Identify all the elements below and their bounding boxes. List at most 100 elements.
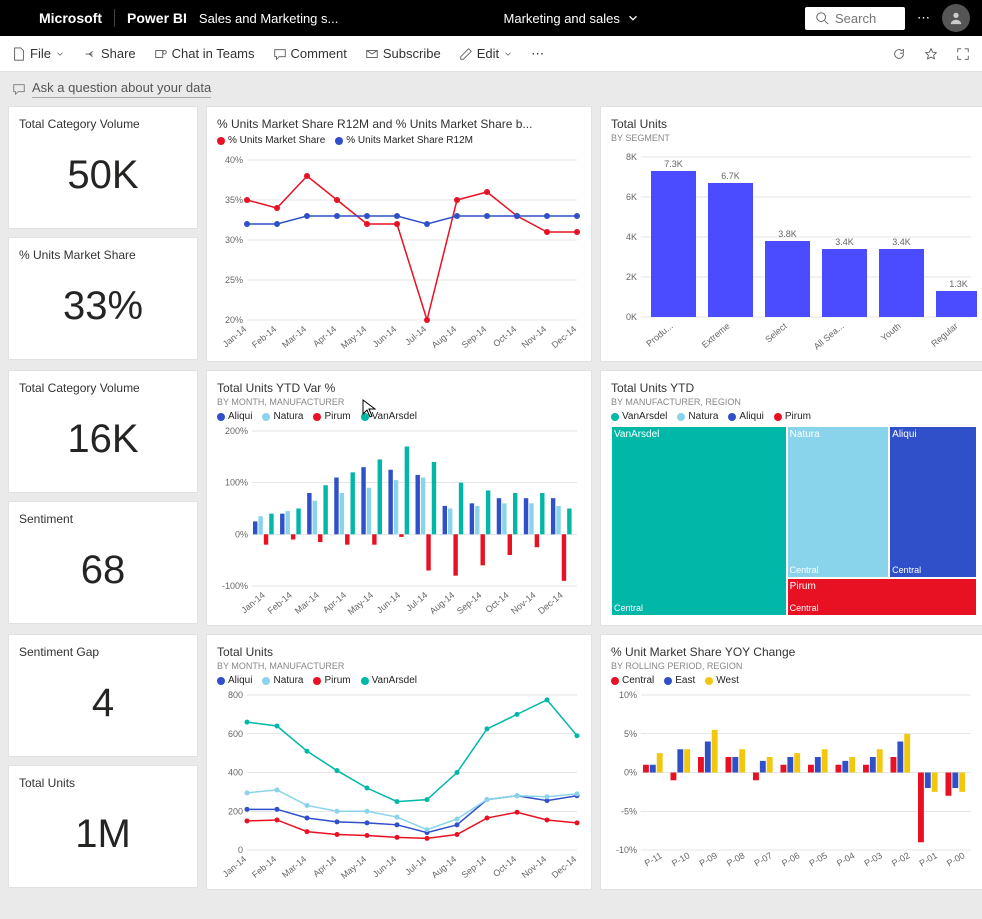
svg-text:P-02: P-02: [890, 850, 911, 868]
svg-text:35%: 35%: [225, 195, 243, 205]
svg-text:3.4K: 3.4K: [892, 237, 911, 247]
svg-text:2K: 2K: [626, 272, 637, 282]
svg-text:Nov-14: Nov-14: [509, 590, 538, 616]
toolbar: File Share Chat in Teams Comment Subscri…: [0, 36, 982, 72]
svg-text:P-05: P-05: [808, 850, 829, 868]
svg-text:-100%: -100%: [222, 581, 248, 591]
svg-text:Feb-14: Feb-14: [250, 854, 278, 880]
clustered-bar-chart: -100%0%100%200%Jan-14Feb-14Mar-14Apr-14M…: [217, 426, 583, 616]
svg-text:Jan-14: Jan-14: [221, 324, 249, 349]
kpi-total-category-volume[interactable]: Total Category Volume 50K: [8, 106, 198, 229]
teams-icon: [154, 47, 168, 61]
comment-icon: [273, 47, 287, 61]
refresh-icon[interactable]: [892, 47, 906, 61]
svg-text:Mar-14: Mar-14: [280, 854, 308, 880]
share-button[interactable]: Share: [83, 46, 136, 61]
svg-text:P-08: P-08: [725, 850, 746, 868]
svg-text:40%: 40%: [225, 155, 243, 165]
svg-text:200%: 200%: [225, 426, 248, 436]
kpi-sentiment-gap[interactable]: Sentiment Gap 4: [8, 634, 198, 757]
page-dropdown[interactable]: Marketing and sales: [504, 11, 640, 26]
legend: % Units Market Share % Units Market Shar…: [217, 135, 581, 146]
chart-ytd-var[interactable]: Total Units YTD Var % BY MONTH, MANUFACT…: [206, 370, 592, 626]
report-name: Sales and Marketing s...: [199, 11, 338, 26]
person-icon: [949, 11, 963, 25]
svg-text:Dec-14: Dec-14: [550, 324, 579, 350]
svg-text:May-14: May-14: [346, 590, 375, 616]
svg-text:Nov-14: Nov-14: [520, 324, 549, 350]
chevron-down-icon: [626, 11, 640, 25]
svg-text:Feb-14: Feb-14: [250, 324, 278, 350]
svg-text:P-04: P-04: [835, 850, 856, 868]
svg-text:-10%: -10%: [616, 845, 637, 855]
qa-bar[interactable]: Ask a question about your data: [0, 72, 982, 106]
svg-text:0%: 0%: [235, 529, 248, 539]
chart-total-units-segment[interactable]: Total Units BY SEGMENT 0K2K4K6K8K7.3KPro…: [600, 106, 982, 362]
file-icon: [12, 47, 26, 61]
svg-text:Select: Select: [763, 321, 789, 345]
svg-text:-5%: -5%: [621, 806, 637, 816]
qa-prompt: Ask a question about your data: [32, 80, 211, 98]
svg-text:Aug-14: Aug-14: [430, 324, 459, 350]
mail-icon: [365, 47, 379, 61]
svg-text:Sep-14: Sep-14: [460, 324, 489, 350]
svg-text:0K: 0K: [626, 312, 637, 322]
svg-text:All Sea...: All Sea...: [812, 321, 846, 352]
kpi-total-units[interactable]: Total Units 1M: [8, 765, 198, 888]
chart-yoy[interactable]: % Unit Market Share YOY Change BY ROLLIN…: [600, 634, 982, 890]
svg-text:Youth: Youth: [879, 321, 903, 343]
legend: Central East West: [611, 675, 975, 686]
avatar[interactable]: [942, 4, 970, 32]
svg-text:Apr-14: Apr-14: [311, 854, 338, 879]
svg-text:Extreme: Extreme: [700, 321, 732, 350]
svg-text:Jul-14: Jul-14: [403, 854, 428, 877]
kpi-market-share[interactable]: % Units Market Share 33%: [8, 237, 198, 360]
svg-text:P-06: P-06: [780, 850, 801, 868]
line-chart: 0200400600800Jan-14Feb-14Mar-14Apr-14May…: [217, 690, 583, 880]
more-icon[interactable]: ⋯: [917, 10, 930, 26]
svg-text:Jul-14: Jul-14: [403, 324, 428, 347]
more-icon[interactable]: ⋯: [531, 46, 544, 62]
svg-text:Oct-14: Oct-14: [491, 854, 518, 879]
file-menu[interactable]: File: [12, 46, 65, 61]
edit-button[interactable]: Edit: [459, 46, 513, 61]
top-bar: Microsoft Power BI Sales and Marketing s…: [0, 0, 982, 36]
kpi-total-category-volume-2[interactable]: Total Category Volume 16K: [8, 370, 198, 493]
dashboard-grid: Total Category Volume 50K % Units Market…: [0, 106, 982, 890]
page-dropdown-label: Marketing and sales: [504, 11, 620, 26]
chart-total-units-line[interactable]: Total Units BY MONTH, MANUFACTURER Aliqu…: [206, 634, 592, 890]
svg-text:20%: 20%: [225, 315, 243, 325]
brand-powerbi: Power BI: [127, 10, 187, 26]
svg-text:Oct-14: Oct-14: [491, 324, 518, 349]
svg-text:Jan-14: Jan-14: [239, 590, 267, 615]
svg-text:1.3K: 1.3K: [949, 279, 968, 289]
svg-text:30%: 30%: [225, 235, 243, 245]
chevron-down-icon: [55, 49, 65, 59]
search-input[interactable]: [835, 11, 895, 26]
subscribe-button[interactable]: Subscribe: [365, 46, 441, 61]
kpi-sentiment[interactable]: Sentiment 68: [8, 501, 198, 624]
svg-text:600: 600: [228, 729, 243, 739]
svg-text:May-14: May-14: [339, 854, 368, 880]
chart-treemap[interactable]: Total Units YTD BY MANUFACTURER, REGION …: [600, 370, 982, 626]
fullscreen-icon[interactable]: [956, 47, 970, 61]
comment-button[interactable]: Comment: [273, 46, 347, 61]
svg-text:Apr-14: Apr-14: [311, 324, 338, 349]
svg-text:5%: 5%: [624, 729, 637, 739]
search-box[interactable]: [805, 7, 905, 30]
svg-text:P-11: P-11: [643, 850, 664, 868]
comment-icon: [12, 82, 26, 96]
clustered-bar-chart: -10%-5%0%5%10%P-11P-10P-09P-08P-07P-06P-…: [611, 690, 977, 880]
legend: Aliqui Natura Pirum VanArsdel: [217, 411, 581, 422]
chart-market-share[interactable]: % Units Market Share R12M and % Units Ma…: [206, 106, 592, 362]
legend: VanArsdel Natura Aliqui Pirum: [611, 411, 975, 422]
svg-text:Sep-14: Sep-14: [460, 854, 489, 880]
pencil-icon: [459, 47, 473, 61]
svg-text:25%: 25%: [225, 275, 243, 285]
svg-text:Jul-14: Jul-14: [404, 590, 429, 613]
chat-teams-button[interactable]: Chat in Teams: [154, 46, 255, 61]
svg-text:3.8K: 3.8K: [778, 229, 797, 239]
svg-text:P-10: P-10: [670, 850, 691, 868]
svg-text:6K: 6K: [626, 192, 637, 202]
star-icon[interactable]: [924, 47, 938, 61]
